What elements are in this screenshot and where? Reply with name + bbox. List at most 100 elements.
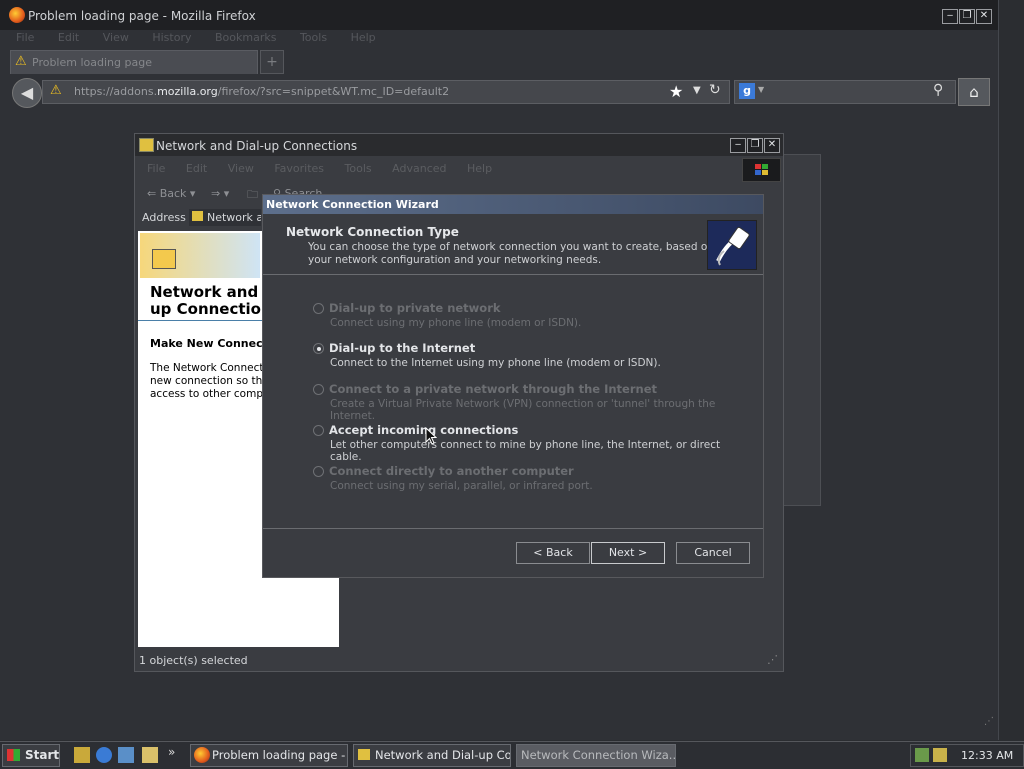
menu-help[interactable]: Help <box>351 31 376 44</box>
firefox-icon <box>194 747 210 763</box>
url-bar[interactable]: ⚠ https://addons.mozilla.org/firefox/?sr… <box>42 80 730 104</box>
maximize-icon[interactable]: ❐ <box>959 9 975 24</box>
chevron-down-icon[interactable]: ▼ <box>758 85 764 94</box>
back-button[interactable]: ◀ <box>12 78 42 108</box>
menu-advanced[interactable]: Advanced <box>392 162 446 175</box>
menu-history[interactable]: History <box>152 31 191 44</box>
wizard-header-desc-line1: You can choose the type of network conne… <box>308 241 714 253</box>
maximize-icon[interactable]: ❐ <box>747 138 763 153</box>
warning-icon: ⚠ <box>50 83 62 98</box>
option-label: Dial-up to private network <box>329 301 501 315</box>
reload-icon[interactable]: ↻ <box>709 82 721 98</box>
close-icon[interactable]: ✕ <box>764 138 780 153</box>
bookmark-star-icon[interactable]: ★ <box>669 82 683 101</box>
up-folder-icon[interactable]: 🗀 <box>247 186 258 205</box>
close-icon[interactable]: ✕ <box>976 9 992 24</box>
option-description: Create a Virtual Private Network (VPN) c… <box>330 398 716 422</box>
warning-icon: ⚠ <box>15 54 27 69</box>
back-button[interactable]: ⇐ Back ▾ <box>147 187 195 200</box>
url-path: /firefox/?src=snippet&WT.mc_ID=default2 <box>217 85 450 98</box>
next-button[interactable]: Next > <box>591 542 665 564</box>
background-panel <box>782 154 821 506</box>
network-status-icon[interactable] <box>915 748 929 762</box>
tray-app-icon[interactable] <box>933 748 947 762</box>
menu-view[interactable]: View <box>228 162 254 175</box>
radio-accept-incoming[interactable] <box>313 425 324 436</box>
home-button[interactable]: ⌂ <box>958 78 990 106</box>
task-label: Network and Dial-up Con... <box>375 748 510 762</box>
minimize-icon[interactable]: ‒ <box>730 138 746 153</box>
option-description: Connect using my serial, parallel, or in… <box>330 480 593 492</box>
firefox-icon <box>9 7 25 23</box>
plus-icon: + <box>266 54 278 70</box>
chevron-down-icon[interactable]: ▼ <box>693 85 701 96</box>
menu-favorites[interactable]: Favorites <box>274 162 324 175</box>
option-label: Connect to a private network through the… <box>329 382 658 396</box>
show-desktop-icon[interactable] <box>74 747 90 763</box>
arrow-left-icon: ◀ <box>20 83 34 102</box>
network-folder-icon <box>358 749 370 760</box>
tab-label: Problem loading page <box>32 56 152 69</box>
menu-edit[interactable]: Edit <box>186 162 207 175</box>
resize-grip-icon[interactable]: ⋰ <box>984 716 994 727</box>
forward-button[interactable]: ⇒ ▾ <box>211 187 229 200</box>
cancel-button[interactable]: Cancel <box>676 542 750 564</box>
windows-logo-icon <box>7 749 20 761</box>
menu-tools[interactable]: Tools <box>300 31 327 44</box>
url-prefix: https://addons. <box>74 85 158 98</box>
task-firefox[interactable]: Problem loading page - M... <box>190 744 348 767</box>
search-input[interactable]: g ▼ ⚲ <box>734 80 956 104</box>
task-label: Problem loading page - M... <box>212 748 347 762</box>
firefox-title-bar[interactable]: Problem loading page - Mozilla Firefox ‒… <box>0 0 998 30</box>
option-label: Dial-up to the Internet <box>329 341 476 355</box>
home-icon: ⌂ <box>969 83 979 101</box>
status-bar: 1 object(s) selected ⋰ <box>137 651 781 669</box>
internet-explorer-icon[interactable] <box>96 747 112 763</box>
radio-connect-directly[interactable] <box>313 466 324 477</box>
network-title-bar[interactable]: Network and Dial-up Connections ‒ ❐ ✕ <box>135 134 783 156</box>
wizard-title-bar[interactable]: Network Connection Wizard <box>263 195 763 214</box>
address-value: Network and Dial-up Connections <box>207 211 261 224</box>
start-button[interactable]: Start <box>2 744 60 767</box>
radio-dialup-private-network[interactable] <box>313 303 324 314</box>
minimize-icon[interactable]: ‒ <box>942 9 958 24</box>
menu-help[interactable]: Help <box>467 162 492 175</box>
menu-view[interactable]: View <box>103 31 129 44</box>
firefox-window-title: Problem loading page - Mozilla Firefox <box>28 9 256 23</box>
quick-launch-more-icon[interactable]: » <box>168 745 175 759</box>
option-description: Connect using my phone line (modem or IS… <box>330 317 582 329</box>
network-folder-icon <box>139 138 154 152</box>
outlook-express-icon[interactable] <box>118 747 134 763</box>
menu-file[interactable]: File <box>16 31 34 44</box>
option-description: Connect to the Internet using my phone l… <box>330 357 661 369</box>
tab-problem-loading[interactable]: ⚠ Problem loading page <box>10 50 258 75</box>
divider <box>263 528 763 529</box>
google-icon[interactable]: g <box>739 83 755 99</box>
radio-private-network-via-internet[interactable] <box>313 384 324 395</box>
wizard-header: Network Connection Type You can choose t… <box>263 214 763 275</box>
option-label: Connect directly to another computer <box>329 464 574 478</box>
resize-grip-icon[interactable]: ⋰ <box>767 653 778 666</box>
windows-logo-icon <box>742 158 781 182</box>
url-domain: mozilla.org <box>157 85 218 98</box>
menu-tools[interactable]: Tools <box>345 162 372 175</box>
url-text[interactable]: https://addons.mozilla.org/firefox/?src=… <box>74 85 449 98</box>
explorer-search-icon[interactable] <box>142 747 158 763</box>
clock: 12:33 AM <box>961 749 1014 762</box>
task-network-connections[interactable]: Network and Dial-up Con... <box>353 744 511 767</box>
new-tab-button[interactable]: + <box>260 50 284 74</box>
back-label: Back <box>159 187 187 200</box>
menu-file[interactable]: File <box>147 162 165 175</box>
task-network-wizard[interactable]: Network Connection Wiza... <box>516 744 676 767</box>
back-button[interactable]: < Back <box>516 542 590 564</box>
address-input[interactable]: Network and Dial-up Connections <box>189 209 261 226</box>
network-folder-icon <box>192 211 203 221</box>
menu-edit[interactable]: Edit <box>58 31 79 44</box>
search-icon[interactable]: ⚲ <box>933 82 943 98</box>
menu-bookmarks[interactable]: Bookmarks <box>215 31 276 44</box>
option-description: Let other computers connect to mine by p… <box>330 439 721 463</box>
network-connection-wizard: Network Connection Wizard Network Connec… <box>262 194 764 578</box>
network-window-title: Network and Dial-up Connections <box>156 139 358 153</box>
network-connections-icon <box>152 249 176 269</box>
radio-dialup-internet[interactable] <box>313 343 324 354</box>
